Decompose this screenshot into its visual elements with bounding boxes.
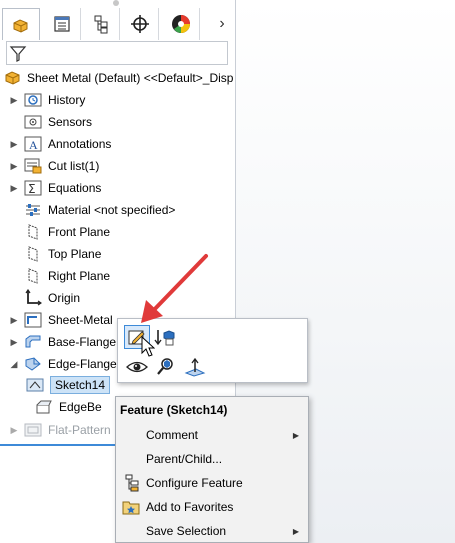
configuration-icon	[94, 15, 107, 34]
tree-root-part[interactable]: Sheet Metal (Default) <<Default>_Disp	[4, 68, 233, 88]
tree-item-sensors[interactable]: Sensors	[0, 111, 236, 133]
context-menu-title: Feature (Sketch14)	[120, 403, 228, 417]
material-icon	[23, 201, 43, 219]
menu-item-comment[interactable]: Comment ▶	[116, 423, 308, 447]
rollback-button[interactable]	[152, 325, 178, 349]
appearance-pie-icon	[171, 15, 190, 33]
menu-item-parent-child[interactable]: Parent/Child...	[116, 447, 308, 471]
expand-arrow-icon[interactable]: ▶	[8, 183, 20, 194]
propertymanager-tab[interactable]	[43, 8, 81, 40]
sheet-metal-icon	[23, 311, 43, 329]
part-icon	[5, 71, 20, 85]
expand-arrow-icon[interactable]: ▶	[8, 425, 20, 436]
tree-item-top-plane[interactable]: Top Plane	[0, 243, 236, 265]
context-menu: Feature (Sketch14) Comment ▶ Parent/Chil…	[115, 396, 309, 543]
tree-item-label: Material <not specified>	[48, 203, 176, 217]
tree-item-label: Sheet-Metal	[48, 313, 113, 327]
tree-item-material[interactable]: Material <not specified>	[0, 199, 236, 221]
menu-item-save-selection[interactable]: Save Selection ▶	[116, 519, 308, 543]
tree-item-label: Front Plane	[48, 225, 111, 239]
tree-item-front-plane[interactable]: Front Plane	[0, 221, 236, 243]
submenu-arrow-icon: ▶	[292, 526, 299, 536]
tree-item-label: History	[48, 93, 86, 107]
edge-flange-icon	[23, 355, 43, 373]
equations-icon: Σ	[23, 179, 43, 197]
annotations-icon: A	[23, 135, 43, 153]
tree-filter-input[interactable]	[6, 41, 228, 65]
more-tabs-chevron-icon[interactable]: ›	[210, 8, 234, 40]
filter-icon	[9, 46, 27, 62]
sensor-icon	[23, 113, 43, 131]
flat-pattern-icon	[23, 421, 43, 439]
hide-show-button[interactable]	[124, 355, 150, 379]
dimxpert-tab[interactable]	[121, 8, 159, 40]
tree-item-label: Base-Flange	[48, 335, 117, 349]
tree-item-label: Sensors	[48, 115, 93, 129]
tree-item-right-plane[interactable]: Right Plane	[0, 265, 236, 287]
expand-arrow-icon[interactable]: ▶	[8, 139, 20, 150]
configurationmanager-tab[interactable]	[82, 8, 120, 40]
tree-item-label: Right Plane	[48, 269, 111, 283]
tree-item-origin[interactable]: Origin	[0, 287, 236, 309]
mouse-cursor-icon	[141, 336, 155, 357]
tree-item-label: Annotations	[48, 137, 112, 151]
configure-feature-icon	[125, 474, 139, 492]
normal-to-icon	[184, 357, 206, 377]
rollback-icon	[154, 330, 175, 346]
expand-arrow-icon[interactable]: ▶	[8, 161, 20, 172]
tree-item-label: Edge-Flange	[48, 357, 117, 371]
tree-item-label: EdgeBe	[59, 400, 102, 414]
tree-item-history[interactable]: ▶ History	[0, 89, 236, 111]
eye-icon	[126, 361, 148, 373]
display-manager-tab[interactable]	[162, 8, 200, 40]
tree-item-label: Top Plane	[48, 247, 102, 261]
menu-item-configure-feature[interactable]: Configure Feature	[116, 471, 308, 495]
tree-item-label: Cut list(1)	[48, 159, 100, 173]
panel-grip-handle[interactable]	[113, 0, 119, 6]
expand-arrow-icon[interactable]: ▶	[8, 95, 20, 106]
tree-item-label: Equations	[48, 181, 102, 195]
origin-icon	[23, 289, 43, 307]
tree-item-label: Origin	[48, 291, 81, 305]
plane-icon	[23, 245, 43, 263]
tree-item-label: Sketch14	[50, 376, 111, 394]
collapse-arrow-icon[interactable]: ◢	[8, 359, 20, 370]
feature-tree-icon	[13, 18, 28, 33]
svg-text:A: A	[29, 138, 38, 152]
submenu-arrow-icon: ▶	[292, 430, 299, 440]
featuremanager-tab[interactable]	[2, 8, 40, 40]
tree-item-cut-list[interactable]: ▶ Cut list(1)	[0, 155, 236, 177]
tree-item-label: Flat-Pattern	[48, 423, 111, 437]
svg-text:Σ: Σ	[28, 182, 36, 196]
sketch-icon	[25, 376, 45, 394]
zoom-selection-icon	[157, 358, 173, 375]
tree-item-annotations[interactable]: ▶ A Annotations	[0, 133, 236, 155]
normal-to-button[interactable]	[182, 355, 208, 379]
edge-bend-icon	[34, 398, 54, 416]
tree-root-label: Sheet Metal (Default) <<Default>_Disp	[27, 71, 234, 85]
expand-arrow-icon[interactable]: ▶	[8, 315, 20, 326]
expand-arrow-icon[interactable]: ▶	[8, 337, 20, 348]
zoom-to-selection-button[interactable]	[152, 355, 178, 379]
history-icon	[23, 91, 43, 109]
crosshair-icon	[130, 15, 149, 33]
base-flange-icon	[23, 333, 43, 351]
plane-icon	[23, 267, 43, 285]
plane-icon	[23, 223, 43, 241]
cut-list-icon	[23, 157, 43, 175]
favorites-icon	[122, 501, 140, 515]
menu-item-add-to-favorites[interactable]: Add to Favorites	[116, 495, 308, 519]
tree-item-equations[interactable]: ▶ Σ Equations	[0, 177, 236, 199]
property-list-icon	[53, 16, 70, 32]
